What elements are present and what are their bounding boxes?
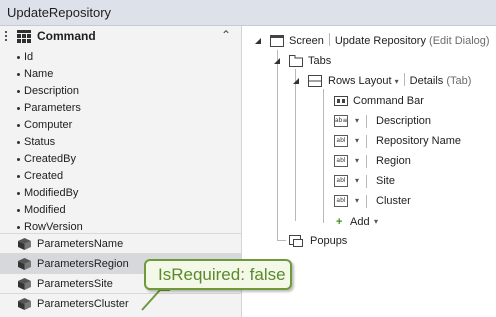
bullet-icon (17, 141, 20, 144)
property-label: Name (24, 68, 54, 80)
property-item[interactable]: Description (0, 83, 241, 100)
property-label: Created (24, 170, 64, 182)
property-label: Modified (24, 204, 66, 216)
bullet-icon (17, 107, 20, 110)
bullet-icon (17, 90, 20, 93)
property-label: RowVersion (24, 221, 83, 233)
chevron-down-icon[interactable]: ▾ (395, 77, 399, 86)
property-item[interactable]: Name (0, 66, 241, 83)
rows-layout-kind: (Tab) (446, 75, 472, 87)
add-label: Add (350, 216, 370, 228)
navigation-label: ParametersCluster (37, 298, 129, 310)
plus-icon: + (336, 216, 343, 228)
bullet-icon (17, 226, 20, 229)
textbox-icon: abl (334, 175, 348, 187)
property-label: ModifiedBy (24, 187, 79, 199)
bullet-icon (17, 209, 20, 212)
bullet-icon (17, 175, 20, 178)
chevron-up-icon[interactable]: ⌃ (221, 28, 231, 42)
command-bar-label: Command Bar (353, 95, 424, 107)
navigation-label: ParametersName (37, 238, 124, 250)
textbox-icon: abl (334, 135, 348, 147)
property-label: Id (24, 51, 34, 63)
property-item[interactable]: Status (0, 134, 241, 151)
field-label: Site (376, 175, 395, 187)
rows-layout-icon (308, 75, 322, 87)
bullet-icon (17, 158, 20, 161)
property-label: Parameters (24, 102, 81, 114)
property-label: Computer (24, 119, 73, 131)
navigation-cube-icon (18, 278, 31, 290)
field-label: Repository Name (376, 135, 461, 147)
window-title: UpdateRepository (0, 0, 496, 26)
screen-name: Update Repository (334, 35, 426, 47)
chevron-down-icon[interactable]: ▾ (355, 192, 359, 210)
rows-layout-label: Rows Layout (328, 75, 392, 87)
chevron-down-icon[interactable]: ▾ (355, 112, 359, 130)
rows-layout-name: Details (409, 75, 444, 87)
property-item[interactable]: CreatedBy (0, 151, 241, 168)
property-item[interactable]: Id (0, 49, 241, 66)
bullet-icon (17, 73, 20, 76)
property-item[interactable]: Created (0, 168, 241, 185)
entity-header[interactable]: Command ⌃ (0, 26, 241, 48)
navigation-label: ParametersSite (37, 278, 113, 290)
tabs-icon (289, 55, 303, 67)
entity-name: Command (37, 29, 96, 43)
chevron-down-icon[interactable]: ▾ (355, 172, 359, 190)
expanded-triangle-icon[interactable] (293, 78, 299, 84)
popups-icon (289, 235, 303, 247)
expanded-triangle-icon[interactable] (255, 38, 261, 44)
chevron-down-icon[interactable]: ▾ (355, 132, 359, 150)
screen-label: Screen (289, 35, 324, 47)
entity-table-icon (17, 30, 31, 43)
command-bar-icon (334, 96, 348, 106)
screen-kind: (Edit Dialog) (429, 35, 490, 47)
field-label: Region (376, 155, 411, 167)
property-item[interactable]: Modified (0, 202, 241, 219)
property-label: Status (24, 136, 56, 148)
property-item[interactable]: ModifiedBy (0, 185, 241, 202)
bullet-icon (17, 56, 20, 59)
navigation-property-item[interactable]: ParametersName (0, 233, 241, 253)
property-label: Description (24, 85, 80, 97)
field-label: Description (376, 115, 432, 127)
bullet-icon (17, 192, 20, 195)
textbox-icon: abl (334, 155, 348, 167)
property-item[interactable]: Computer (0, 117, 241, 134)
chevron-down-icon[interactable]: ▾ (374, 213, 378, 231)
textbox-icon: abl (334, 195, 348, 207)
multiline-text-icon: ab≡ (334, 115, 348, 127)
navigation-cube-icon (18, 258, 31, 270)
navigation-label: ParametersRegion (37, 258, 129, 270)
screen-icon (270, 35, 284, 47)
navigation-cube-icon (18, 298, 31, 310)
field-label: Cluster (376, 195, 411, 207)
chevron-down-icon[interactable]: ▾ (355, 152, 359, 170)
popups-label: Popups (310, 235, 348, 247)
property-item[interactable]: Parameters (0, 100, 241, 117)
expanded-triangle-icon[interactable] (274, 58, 280, 64)
bullet-icon (17, 124, 20, 127)
navigation-property-item[interactable]: ParametersCluster (0, 293, 241, 313)
navigation-cube-icon (18, 238, 31, 250)
tooltip: IsRequired: false (144, 259, 292, 290)
drag-handle-icon[interactable] (5, 31, 8, 43)
tabs-label: Tabs (308, 55, 332, 67)
property-label: CreatedBy (24, 153, 76, 165)
